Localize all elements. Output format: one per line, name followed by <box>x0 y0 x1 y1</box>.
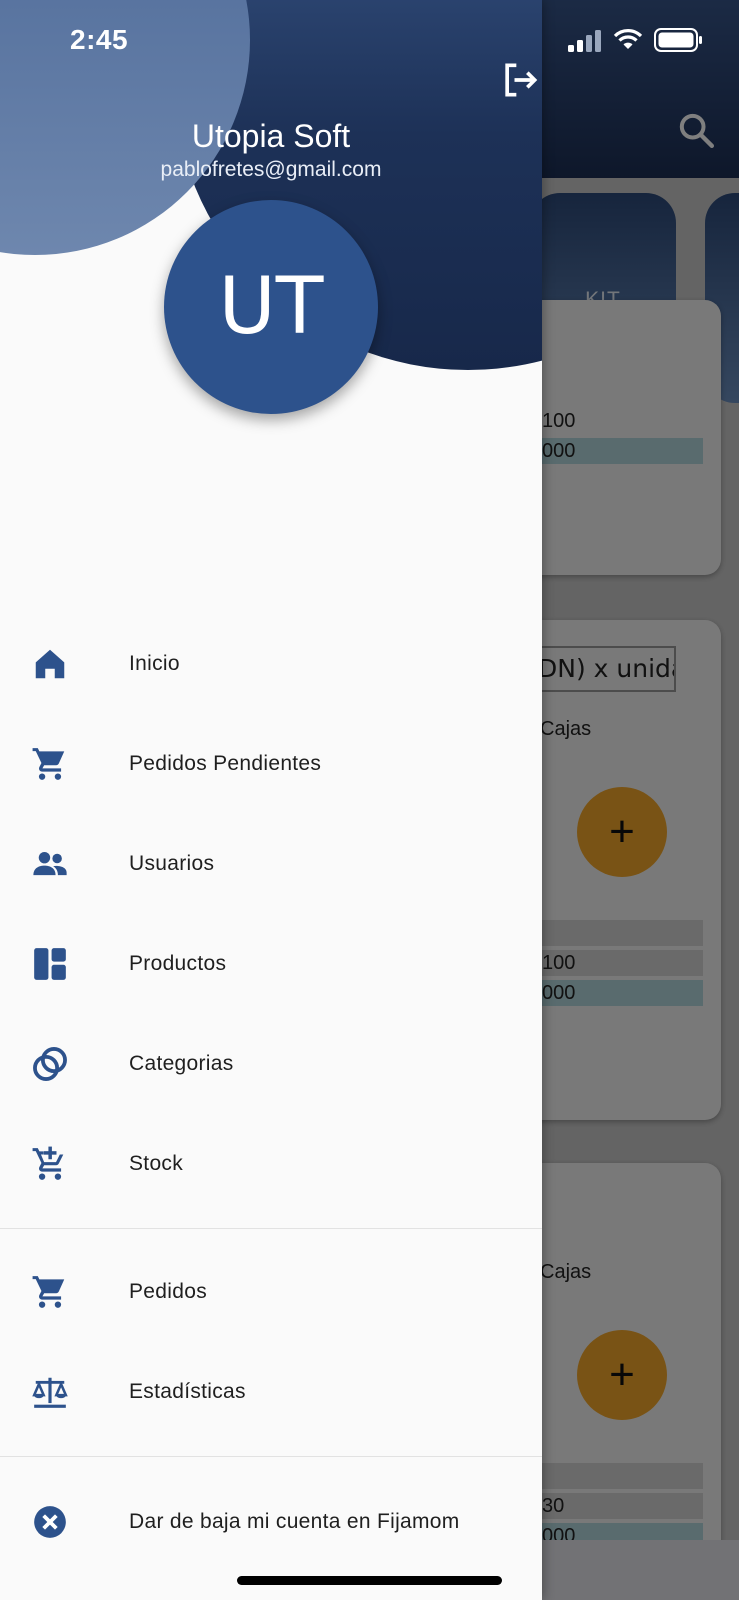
wifi-icon <box>613 29 643 49</box>
menu-item-pedidos[interactable]: Pedidos <box>0 1252 542 1332</box>
menu-item-label: Categorias <box>129 1052 234 1075</box>
home-indicator[interactable] <box>237 1576 502 1585</box>
menu-item-label: Estadísticas <box>129 1380 246 1403</box>
menu-item-label: Pedidos <box>129 1280 207 1303</box>
rings-icon <box>30 1044 70 1084</box>
avatar-initials: UT <box>218 262 324 352</box>
menu-item-usuarios[interactable]: Usuarios <box>0 824 542 904</box>
home-icon <box>30 644 70 684</box>
menu-item-productos[interactable]: Productos <box>0 924 542 1004</box>
cancel-icon <box>30 1502 70 1542</box>
cart-icon <box>30 744 70 784</box>
dashboard-icon <box>30 944 70 984</box>
menu-item-inicio[interactable]: Inicio <box>0 624 542 704</box>
menu-item-label: Dar de baja mi cuenta en Fijamom <box>129 1510 460 1533</box>
menu-divider <box>0 1456 542 1457</box>
cart-icon <box>30 1272 70 1312</box>
status-time: 2:45 <box>70 24 129 55</box>
menu-item-estadisticas[interactable]: Estadísticas <box>0 1352 542 1432</box>
balance-scale-icon <box>30 1372 70 1412</box>
menu-item-pedidos-pendientes[interactable]: Pedidos Pendientes <box>0 724 542 804</box>
cellular-signal-icon <box>568 30 601 52</box>
battery-icon <box>654 28 702 52</box>
people-icon <box>30 844 70 884</box>
navigation-drawer: Utopia Soft pablofretes@gmail.com UT Ini… <box>0 0 542 1600</box>
cart-add-icon <box>30 1144 70 1184</box>
menu-item-categorias[interactable]: Categorias <box>0 1024 542 1104</box>
menu-item-delete-account[interactable]: Dar de baja mi cuenta en Fijamom <box>0 1482 542 1562</box>
menu-item-stock[interactable]: Stock <box>0 1124 542 1204</box>
menu-divider <box>0 1228 542 1229</box>
menu-item-label: Usuarios <box>129 852 215 875</box>
user-name: Utopia Soft <box>191 118 351 154</box>
menu-item-label: Productos <box>129 952 227 975</box>
menu-item-label: Stock <box>129 1152 184 1175</box>
avatar: UT <box>164 200 378 414</box>
menu-item-label: Inicio <box>129 652 180 675</box>
menu-item-label: Pedidos Pendientes <box>129 752 322 775</box>
user-email: pablofretes@gmail.com <box>160 158 382 181</box>
logout-icon[interactable] <box>498 58 542 102</box>
